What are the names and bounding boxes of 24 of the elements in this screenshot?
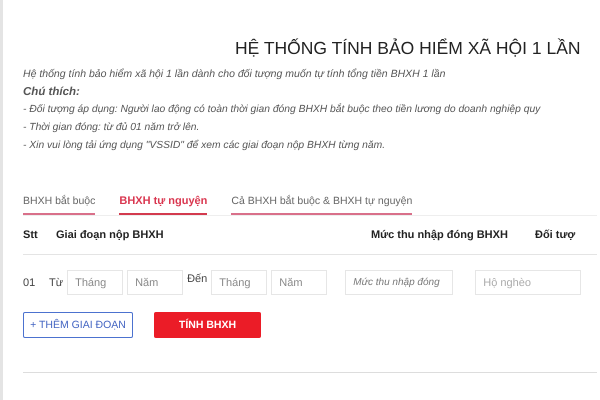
description-text: Hệ thống tính bảo hiểm xã hội 1 lần dành cho đối tượng muốn tự tính tổng tiền BHXH 1 lần bbox=[23, 67, 446, 82]
page-title: HỆ THỐNG TÍNH BẢO HIỂM XÃ HỘI 1 LẦN bbox=[235, 38, 582, 59]
subject-field[interactable]: Hộ nghèo bbox=[475, 270, 582, 295]
month-field[interactable]: Tháng bbox=[211, 270, 268, 295]
note-text: - Đối tượng áp dụng: Người lao động có toàn thời gian đóng BHXH bắt buộc theo tiền lương do doanh nghiệp quy bbox=[23, 102, 542, 117]
tab[interactable]: BHXH bắt buộc bbox=[23, 191, 96, 215]
year-field[interactable]: Năm bbox=[127, 270, 184, 295]
add-period-button[interactable]: + THÊM GIAI ĐOẠN bbox=[23, 312, 133, 338]
calculate-button[interactable]: TÍNH BHXH bbox=[154, 312, 261, 338]
column-header: Giai đoạn nộp BHXH bbox=[56, 229, 165, 241]
notes-heading: Chú thích: bbox=[23, 85, 81, 100]
column-header: Stt bbox=[23, 229, 39, 241]
tab[interactable]: BHXH tự nguyện bbox=[119, 191, 208, 215]
year-field[interactable]: Năm bbox=[271, 270, 328, 295]
note-text: - Thời gian đóng: từ đủ 01 năm trở lên. bbox=[23, 121, 200, 135]
row-number: 01 bbox=[23, 276, 36, 288]
income-field[interactable]: Mức thu nhập đóng bbox=[345, 270, 454, 295]
month-field[interactable]: Tháng bbox=[67, 270, 124, 295]
from-label: Từ bbox=[49, 276, 64, 288]
column-header: Đối tượ bbox=[535, 229, 576, 241]
note-text: - Xin vui lòng tải ứng dụng "VSSID" để xem các giai đoạn nộp BHXH từng năm. bbox=[23, 138, 386, 153]
to-label: Đến bbox=[187, 272, 208, 284]
tab[interactable]: Cả BHXH bắt buộc & BHXH tự nguyện bbox=[231, 191, 412, 215]
column-header: Mức thu nhập đóng BHXH bbox=[371, 229, 509, 241]
